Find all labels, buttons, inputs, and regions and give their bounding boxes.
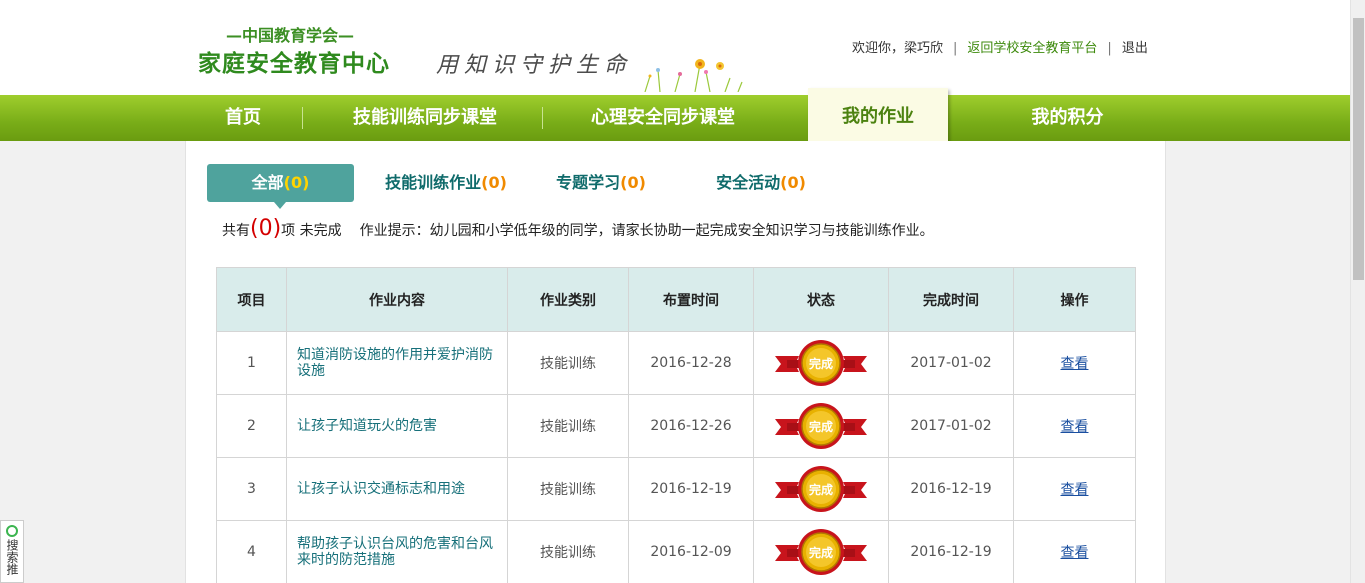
return-platform-link[interactable]: 返回学校安全教育平台 [967, 41, 1097, 56]
greeting-text: 欢迎你，梁巧欣 [852, 41, 944, 56]
cell-status: 完成 [753, 520, 889, 583]
cell-status: 完成 [753, 331, 889, 395]
cell-homework-content[interactable]: 让孩子认识交通标志和用途 [286, 457, 508, 521]
cell-homework-content[interactable]: 让孩子知道玩火的危害 [286, 394, 508, 458]
tab-all[interactable]: 全部(0) [207, 164, 354, 202]
cell-completed-date: 2017-01-02 [888, 331, 1014, 395]
col-header-item: 项目 [216, 267, 287, 332]
scrollbar-thumb[interactable] [1353, 18, 1364, 280]
cell-item-no: 1 [216, 331, 287, 395]
col-header-action: 操作 [1013, 267, 1136, 332]
table-row: 4 帮助孩子认识台风的危害和台风来时的防范措施 技能训练 2016-12-09 完成 … [216, 520, 1136, 583]
user-links: 欢迎你，梁巧欣 | 返回学校安全教育平台 | 退出 [852, 41, 1148, 56]
cell-status: 完成 [753, 394, 889, 458]
cell-homework-content[interactable]: 帮助孩子认识台风的危害和台风来时的防范措施 [286, 520, 508, 583]
completed-badge-icon: 完成 [775, 340, 867, 386]
slogan: 用知识守护生命 [436, 53, 633, 78]
incomplete-count: (0) [250, 216, 282, 241]
badge-status-text: 完成 [809, 356, 833, 371]
view-link[interactable]: 查看 [1061, 482, 1089, 498]
summary-line: 共有(0)项 未完成 作业提示：幼儿园和小学低年级的同学，请家长协助一起完成安全知… [222, 216, 934, 241]
homework-hint: 作业提示：幼儿园和小学低年级的同学，请家长协助一起完成安全知识学习与技能训练作业… [359, 223, 934, 239]
nav-item-my-homework[interactable]: 我的作业 [808, 88, 948, 146]
view-link[interactable]: 查看 [1061, 356, 1089, 372]
homework-table: 项目 作业内容 作业类别 布置时间 状态 完成时间 操作 1 知道消防设施的作用并… [216, 267, 1136, 583]
nav-item-skill-course[interactable]: 技能训练同步课堂 [330, 95, 520, 141]
col-header-assigned: 布置时间 [628, 267, 754, 332]
col-header-category: 作业类别 [507, 267, 629, 332]
cell-category: 技能训练 [507, 394, 629, 458]
cell-assigned-date: 2016-12-26 [628, 394, 754, 458]
cell-item-no: 2 [216, 394, 287, 458]
nav-divider [302, 107, 303, 129]
badge-status-text: 完成 [809, 482, 833, 497]
badge-status-text: 完成 [809, 545, 833, 560]
cell-assigned-date: 2016-12-19 [628, 457, 754, 521]
table-row: 2 让孩子知道玩火的危害 技能训练 2016-12-26 完成 2017-01-02 查… [216, 394, 1136, 458]
homework-panel: 全部(0) 技能训练作业(0) 专题学习(0) 安全活动(0) 共有(0)项 未… [185, 141, 1166, 583]
cell-action: 查看 [1013, 394, 1136, 458]
active-tab-pointer [274, 202, 286, 209]
completed-badge-icon: 完成 [775, 403, 867, 449]
table-header-row: 项目 作业内容 作业类别 布置时间 状态 完成时间 操作 [216, 267, 1136, 332]
cell-category: 技能训练 [507, 520, 629, 583]
site-logo-title[interactable]: 家庭安全教育中心 [198, 44, 390, 78]
cell-completed-date: 2017-01-02 [888, 394, 1014, 458]
cell-assigned-date: 2016-12-28 [628, 331, 754, 395]
cell-completed-date: 2016-12-19 [888, 457, 1014, 521]
cell-action: 查看 [1013, 520, 1136, 583]
search-widget[interactable]: 搜索推 [0, 520, 24, 583]
cell-action: 查看 [1013, 331, 1136, 395]
nav-item-psychology-course[interactable]: 心理安全同步课堂 [570, 95, 756, 141]
tab-safety-activity[interactable]: 安全活动(0) [706, 164, 816, 202]
search-widget-label: 搜索推 [5, 539, 19, 575]
table-row: 3 让孩子认识交通标志和用途 技能训练 2016-12-19 完成 2016-12-1… [216, 457, 1136, 521]
flower-decoration-icon [644, 59, 743, 92]
cell-homework-content[interactable]: 知道消防设施的作用并爱护消防设施 [286, 331, 508, 395]
nav-item-home[interactable]: 首页 [203, 95, 283, 141]
tab-skill-homework[interactable]: 技能训练作业(0) [376, 164, 516, 202]
page-scrollbar[interactable] [1350, 0, 1365, 583]
badge-status-text: 完成 [809, 419, 833, 434]
nav-item-my-points[interactable]: 我的积分 [1000, 95, 1135, 141]
site-header: —中国教育学会— 家庭安全教育中心 用知识守护生命 欢迎你，梁巧欣 | 返回学校安全… [0, 0, 1350, 95]
table-row: 1 知道消防设施的作用并爱护消防设施 技能训练 2016-12-28 完成 2017-… [216, 331, 1136, 395]
tab-topic-study[interactable]: 专题学习(0) [546, 164, 656, 202]
col-header-content: 作业内容 [286, 267, 508, 332]
main-nav: 首页 技能训练同步课堂 心理安全同步课堂 我的积分 [0, 95, 1350, 141]
cell-item-no: 4 [216, 520, 287, 583]
cell-assigned-date: 2016-12-09 [628, 520, 754, 583]
cell-category: 技能训练 [507, 331, 629, 395]
search-icon [6, 525, 18, 537]
col-header-status: 状态 [753, 267, 889, 332]
cell-completed-date: 2016-12-19 [888, 520, 1014, 583]
cell-category: 技能训练 [507, 457, 629, 521]
org-line: —中国教育学会— [226, 26, 355, 45]
col-header-completed: 完成时间 [888, 267, 1014, 332]
completed-badge-icon: 完成 [775, 529, 867, 575]
completed-badge-icon: 完成 [775, 466, 867, 512]
view-link[interactable]: 查看 [1061, 545, 1089, 561]
nav-divider [542, 107, 543, 129]
cell-action: 查看 [1013, 457, 1136, 521]
cell-item-no: 3 [216, 457, 287, 521]
cell-status: 完成 [753, 457, 889, 521]
logout-link[interactable]: 退出 [1122, 41, 1148, 56]
view-link[interactable]: 查看 [1061, 419, 1089, 435]
